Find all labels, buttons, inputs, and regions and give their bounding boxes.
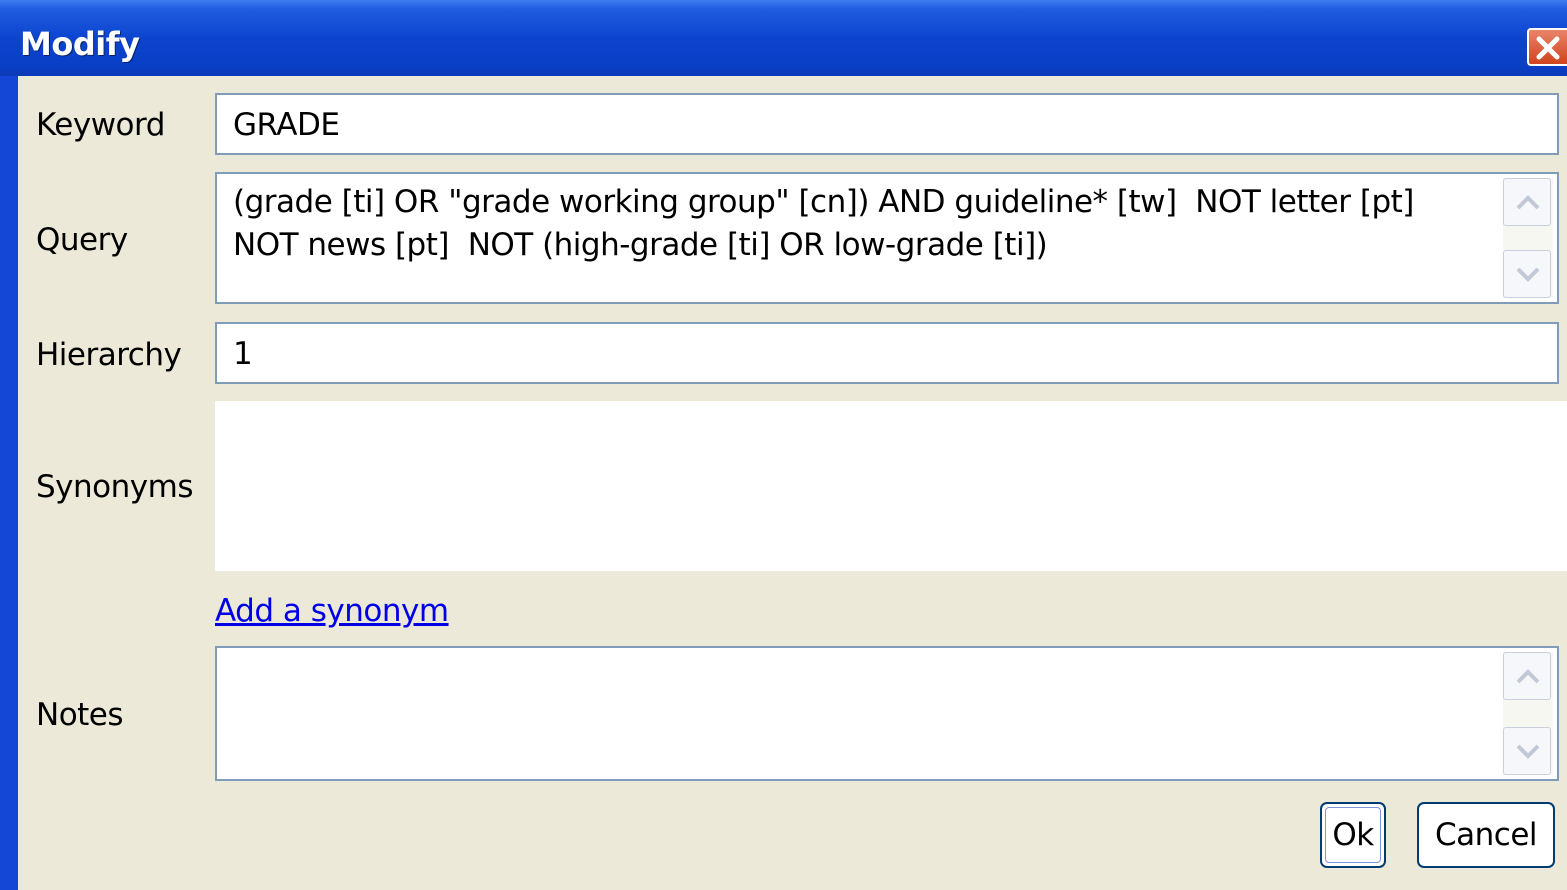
keyword-label: Keyword [36,107,165,143]
dialog-body: Keyword GRADE Query (grade [ti] OR "grad… [18,76,1567,890]
notes-textarea[interactable] [215,646,1559,781]
keyword-input[interactable]: GRADE [215,93,1559,155]
dialog-title: Modify [20,25,140,63]
chevron-down-icon [1516,267,1540,282]
query-scroll-up-button[interactable] [1503,178,1551,226]
cancel-button-label: Cancel [1434,817,1538,853]
query-scroll-down-button[interactable] [1503,250,1551,298]
ok-button[interactable]: Ok [1320,802,1386,868]
close-icon [1536,36,1560,60]
ok-button-focus-ring [1325,807,1381,863]
hierarchy-label: Hierarchy [36,337,182,373]
title-bar[interactable]: Modify [0,0,1567,76]
cancel-button[interactable]: Cancel [1417,802,1555,868]
chevron-up-icon [1516,669,1540,684]
notes-scrollbar[interactable] [1503,652,1553,775]
query-line-2: NOT news [pt] NOT (high-grade [ti] OR lo… [233,227,1048,263]
chevron-down-icon [1516,744,1540,759]
notes-scroll-down-button[interactable] [1503,727,1551,775]
query-line-1: (grade [ti] OR "grade working group" [cn… [233,184,1414,220]
synonyms-list[interactable] [215,401,1567,571]
query-textarea[interactable]: (grade [ti] OR "grade working group" [cn… [215,172,1559,304]
modify-dialog: Modify Keyword GRADE Query (grade [ti] O… [0,0,1567,890]
notes-scroll-up-button[interactable] [1503,652,1551,700]
add-synonym-link[interactable]: Add a synonym [215,592,449,630]
query-label: Query [36,222,128,258]
query-scrollbar[interactable] [1503,178,1553,298]
synonyms-label: Synonyms [36,469,193,505]
hierarchy-input[interactable]: 1 [215,322,1559,384]
notes-label: Notes [36,697,124,733]
hierarchy-value: 1 [233,336,253,372]
chevron-up-icon [1516,195,1540,210]
keyword-value: GRADE [233,107,340,143]
close-button[interactable] [1527,28,1567,66]
